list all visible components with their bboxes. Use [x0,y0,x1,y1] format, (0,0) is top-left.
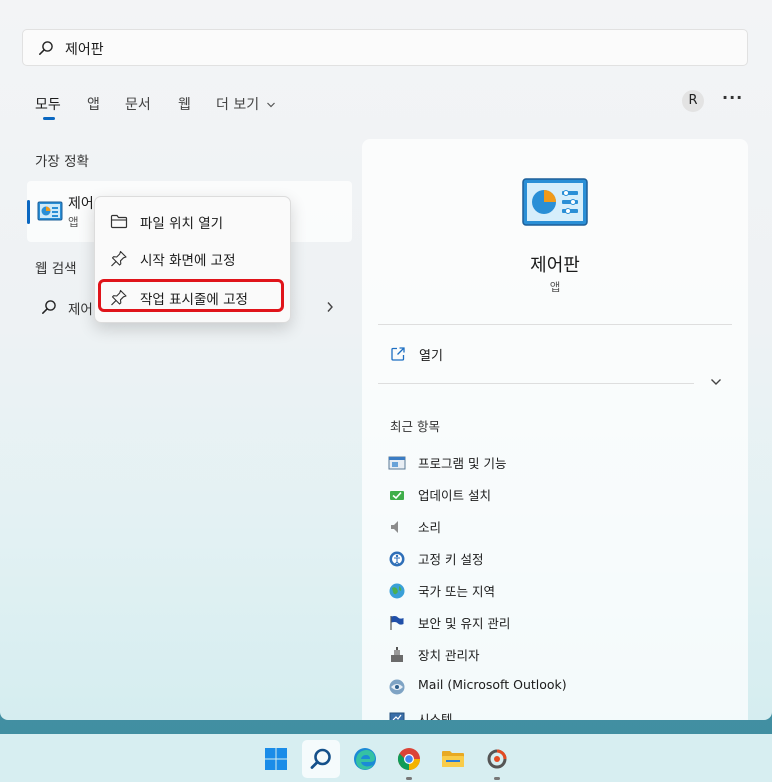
best-match-heading: 가장 정확 [35,154,89,170]
search-icon [310,748,331,769]
recent-item-label: 장치 관리자 [418,648,480,663]
file-explorer-button[interactable] [434,740,472,778]
mail-icon [389,679,405,695]
open-label: 열기 [419,349,443,364]
running-indicator [406,777,412,780]
control-panel-icon [37,201,63,221]
active-tab-indicator [43,117,55,120]
recent-heading: 최근 항목 [390,419,440,434]
running-indicator [494,777,500,780]
more-options-button[interactable]: ··· [722,88,743,107]
recent-item-label: 업데이트 설치 [418,488,491,503]
app-icon [487,749,507,769]
recent-item-label: 국가 또는 지역 [418,584,495,599]
taskbar [0,734,772,782]
recent-item-programs[interactable]: 프로그램 및 기능 [388,450,728,476]
search-box[interactable]: 제어판 [22,29,748,66]
chrome-button[interactable] [390,740,428,778]
speaker-icon [391,521,398,533]
avatar[interactable]: R [682,90,704,112]
pin-to-start-item[interactable]: 시작 화면에 고정 [95,242,290,274]
tab-documents[interactable]: 문서 [125,94,151,114]
web-search-query: 제어 [68,302,93,318]
windows-logo-icon [265,748,287,770]
recent-item-label: 보안 및 유지 관리 [418,616,511,631]
chrome-icon [398,748,420,770]
edge-icon [354,748,376,770]
recent-item-label: 프로그램 및 기능 [418,456,507,471]
programs-icon [388,456,406,470]
recent-item-sticky-keys[interactable]: 고정 키 설정 [388,546,728,572]
app-button[interactable] [478,740,516,778]
highlight-box [98,279,284,312]
recent-item-device-manager[interactable]: 장치 관리자 [388,642,728,668]
chevron-right-icon [327,302,333,312]
device-manager-icon [391,647,403,662]
tab-more-label: 더 보기 [216,97,260,113]
search-button[interactable] [302,740,340,778]
flag-icon [390,615,404,630]
search-input[interactable]: 제어판 [65,39,104,59]
divider [378,324,732,325]
open-file-location-label: 파일 위치 열기 [140,216,224,232]
control-panel-icon [522,178,588,226]
app-type: 앱 [549,280,561,294]
recent-item-updates[interactable]: 업데이트 설치 [388,482,728,508]
recent-item-system[interactable]: 시스템 [388,706,728,720]
chevron-down-icon[interactable] [709,375,723,389]
recent-item-label: 고정 키 설정 [418,552,484,567]
tab-all[interactable]: 모두 [35,94,61,114]
selection-indicator [27,200,30,224]
start-search-panel: 제어판 모두 앱 문서 웹 더 보기 R ··· 가장 정확 제어 앱 웹 검색 [0,0,772,720]
recent-item-label: 시스템 [418,712,453,720]
web-search-heading: 웹 검색 [35,261,77,277]
search-icon [39,41,53,55]
best-match-type: 앱 [68,215,79,229]
open-external-icon [391,347,405,361]
search-icon [42,300,56,314]
recent-item-mail[interactable]: Mail (Microsoft Outlook) [388,674,728,700]
pin-to-start-label: 시작 화면에 고정 [140,253,236,269]
pin-icon [111,250,127,267]
edge-button[interactable] [346,740,384,778]
recent-item-security[interactable]: 보안 및 유지 관리 [388,610,728,636]
recent-item-label: 소리 [418,520,442,535]
accessibility-icon [389,551,405,567]
tab-web[interactable]: 웹 [178,94,191,114]
globe-icon [389,583,405,599]
best-match-name: 제어 [68,196,94,212]
update-icon [390,491,404,500]
folder-icon [442,751,464,767]
app-title: 제어판 [530,255,580,276]
recent-item-region[interactable]: 국가 또는 지역 [388,578,728,604]
tab-apps[interactable]: 앱 [87,94,100,114]
start-button[interactable] [257,740,295,778]
chevron-down-icon [266,102,275,108]
open-file-location-item[interactable]: 파일 위치 열기 [95,205,290,237]
recent-item-label: Mail (Microsoft Outlook) [418,677,567,692]
recent-item-sound[interactable]: 소리 [388,514,728,540]
folder-icon [110,214,128,229]
system-icon [389,712,405,720]
divider [378,383,694,384]
detail-pane: 제어판 앱 열기 최근 항목 프로그램 및 기능 업데이트 설치 소리 고정 키… [362,139,748,720]
tab-more[interactable]: 더 보기 [216,94,276,114]
